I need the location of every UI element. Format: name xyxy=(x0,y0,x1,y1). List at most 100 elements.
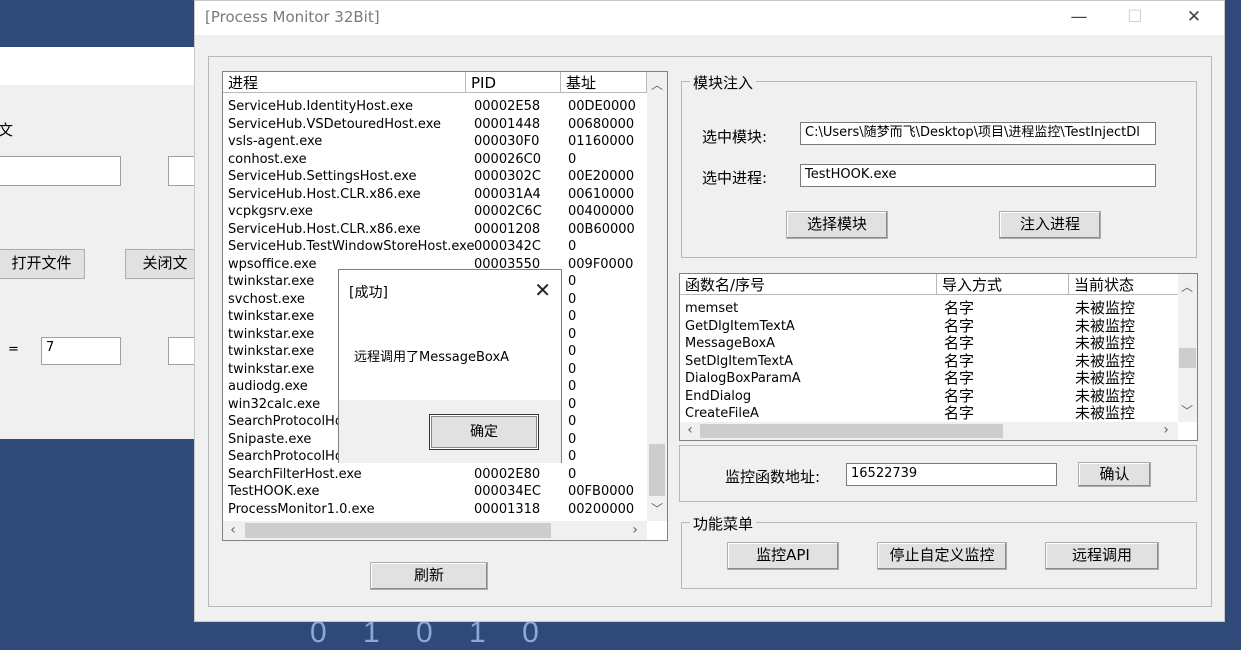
process-name: SearchProtocolHos xyxy=(228,449,350,464)
process-base: 0 xyxy=(568,274,577,289)
function-row[interactable]: GetDlgItemTextA 名字 未被监控 xyxy=(680,317,1178,336)
address-field[interactable]: 16522739 xyxy=(846,463,1057,486)
process-row[interactable]: ServiceHub.Host.CLR.x86.exe 00001208 00B60… xyxy=(223,221,647,239)
process-pid: 00002E58 xyxy=(474,99,541,114)
function-list-vscrollbar[interactable]: ︿ ﹀ xyxy=(1178,274,1197,422)
process-pid: 000030F0 xyxy=(474,134,540,149)
number-input[interactable]: 7 xyxy=(41,337,121,365)
title-bar: [Process Monitor 32Bit] — ☐ ✕ xyxy=(195,1,1224,35)
process-row[interactable]: ServiceHub.TestWindowStoreHost.exe 000034… xyxy=(223,238,647,256)
process-row[interactable]: ServiceHub.SettingsHost.exe 0000302C 00E20… xyxy=(223,168,647,186)
module-path-field[interactable]: C:\Users\随梦而飞\Desktop\项目\进程监控\TestInject… xyxy=(800,122,1156,145)
minimize-icon[interactable]: — xyxy=(1059,5,1099,31)
function-row[interactable]: CreateFileA 名字 未被监控 xyxy=(680,405,1178,423)
success-dialog: [成功] ✕ 远程调用了MessageBoxA 确定 xyxy=(338,269,562,463)
vscroll-thumb[interactable] xyxy=(649,444,665,496)
function-name: GetDlgItemTextA xyxy=(685,318,795,334)
close-file-button[interactable]: 关闭文 xyxy=(125,249,205,279)
function-name: memset xyxy=(685,301,739,316)
func-hscroll-thumb[interactable] xyxy=(700,424,1003,438)
process-base: 0 xyxy=(568,361,577,377)
process-row[interactable]: ServiceHub.Host.CLR.x86.exe 000031A4 00610… xyxy=(223,186,647,204)
confirm-button[interactable]: 确认 xyxy=(1078,462,1151,487)
dialog-ok-button[interactable]: 确定 xyxy=(429,414,539,450)
monitor-api-button[interactable]: 监控API xyxy=(727,542,839,570)
column-header-process[interactable]: 进程 xyxy=(223,72,466,93)
remote-call-button[interactable]: 远程调用 xyxy=(1045,542,1159,570)
module-label: 选中模块: xyxy=(702,128,768,146)
process-row[interactable]: TestHOOK.exe 000034EC 00FB0000 xyxy=(223,483,647,501)
process-base: 00610000 xyxy=(568,186,635,202)
function-row[interactable]: MessageBoxA 名字 未被监控 xyxy=(680,335,1178,353)
stop-custom-monitor-button[interactable]: 停止自定义监控 xyxy=(877,542,1007,570)
function-row[interactable]: memset 名字 未被监控 xyxy=(680,300,1178,318)
process-pid: 000031A4 xyxy=(474,186,541,202)
function-import-type: 名字 xyxy=(944,351,975,370)
process-row[interactable]: conhost.exe 000026C0 0 xyxy=(223,151,647,169)
scroll-right-icon[interactable]: › xyxy=(627,522,643,538)
column-header-import[interactable]: 导入方式 xyxy=(937,274,1069,295)
function-row[interactable]: EndDialog 名字 未被监控 xyxy=(680,387,1178,406)
process-name: TestHOOK.exe xyxy=(228,484,320,499)
process-base: 0 xyxy=(568,309,577,324)
process-name: twinkstar.exe xyxy=(228,361,315,377)
process-name: twinkstar.exe xyxy=(228,274,315,289)
process-base: 00680000 xyxy=(568,116,635,132)
process-base: 0 xyxy=(568,344,577,359)
process-row[interactable]: vcpkgsrv.exe 00002C6C 00400000 xyxy=(223,203,647,221)
process-name: ServiceHub.TestWindowStoreHost.exe xyxy=(228,239,475,254)
process-base: 0 xyxy=(568,291,577,307)
process-base: 0 xyxy=(568,326,577,342)
process-name: ServiceHub.IdentityHost.exe xyxy=(228,99,414,114)
refresh-button[interactable]: 刷新 xyxy=(370,562,488,590)
scroll-up-icon[interactable]: ︿ xyxy=(649,76,665,93)
function-list-hscrollbar[interactable]: ‹ › xyxy=(680,422,1178,440)
column-header-pid[interactable]: PID xyxy=(466,72,561,93)
open-file-button[interactable]: 打开文件 xyxy=(0,249,85,279)
function-row[interactable]: SetDlgItemTextA 名字 未被监控 xyxy=(680,351,1178,371)
close-icon[interactable]: ✕ xyxy=(1174,5,1214,31)
maximize-icon[interactable]: ☐ xyxy=(1115,5,1155,31)
process-name: svchost.exe xyxy=(228,291,305,307)
func-scroll-up-icon[interactable]: ︿ xyxy=(1179,278,1195,295)
process-base: 00400000 xyxy=(568,204,635,219)
process-base: 0 xyxy=(568,431,577,447)
inject-process-button[interactable]: 注入进程 xyxy=(999,211,1101,239)
func-scroll-left-icon[interactable]: ‹ xyxy=(682,422,698,438)
process-name: conhost.exe xyxy=(228,151,307,167)
background-input-1[interactable] xyxy=(0,156,121,186)
function-import-type: 名字 xyxy=(944,404,975,422)
column-header-function[interactable]: 函数名/序号 xyxy=(680,274,937,295)
process-row[interactable]: vsls-agent.exe 000030F0 01160000 xyxy=(223,133,647,151)
function-list[interactable]: 函数名/序号 导入方式 当前状态 memset 名字 未被监控 GetDlgItemT… xyxy=(679,273,1198,441)
scroll-left-icon[interactable]: ‹ xyxy=(225,522,241,538)
func-scroll-right-icon[interactable]: › xyxy=(1158,422,1174,438)
process-pid: 0000302C xyxy=(474,169,541,184)
process-base: 0 xyxy=(568,466,577,482)
inject-group-title: 模块注入 xyxy=(690,72,757,93)
func-vscroll-thumb[interactable] xyxy=(1179,348,1196,368)
scroll-down-icon[interactable]: ﹀ xyxy=(649,500,665,517)
process-name: twinkstar.exe xyxy=(228,344,315,359)
process-name: win32calc.exe xyxy=(228,396,321,412)
process-row[interactable]: ProcessMonitor1.0.exe 00001318 00200000 xyxy=(223,501,647,519)
hscroll-thumb[interactable] xyxy=(245,523,551,538)
process-list-hscrollbar[interactable]: ‹ › xyxy=(223,521,647,540)
function-name: DialogBoxParamA xyxy=(685,371,801,386)
column-header-base[interactable]: 基址 xyxy=(561,72,647,93)
process-field[interactable]: TestHOOK.exe xyxy=(800,164,1156,187)
process-base: 0 xyxy=(568,379,577,394)
process-row[interactable]: ServiceHub.IdentityHost.exe 00002E58 00DE0… xyxy=(223,98,647,116)
process-row[interactable]: ServiceHub.VSDetouredHost.exe 00001448 006… xyxy=(223,116,647,134)
func-scroll-down-icon[interactable]: ﹀ xyxy=(1179,402,1195,419)
process-list-vscrollbar[interactable]: ︿ ﹀ xyxy=(647,72,667,521)
function-status: 未被监控 xyxy=(1075,334,1136,352)
process-label: 选中进程: xyxy=(702,169,768,187)
function-row[interactable]: DialogBoxParamA 名字 未被监控 xyxy=(680,370,1178,388)
function-status: 未被监控 xyxy=(1075,369,1136,387)
column-header-status[interactable]: 当前状态 xyxy=(1069,274,1179,295)
dialog-close-icon[interactable]: ✕ xyxy=(534,278,551,302)
process-row[interactable]: SearchFilterHost.exe 00002E80 0 xyxy=(223,466,647,484)
select-module-button[interactable]: 选择模块 xyxy=(786,211,888,239)
process-base: 00DE0000 xyxy=(568,99,636,114)
